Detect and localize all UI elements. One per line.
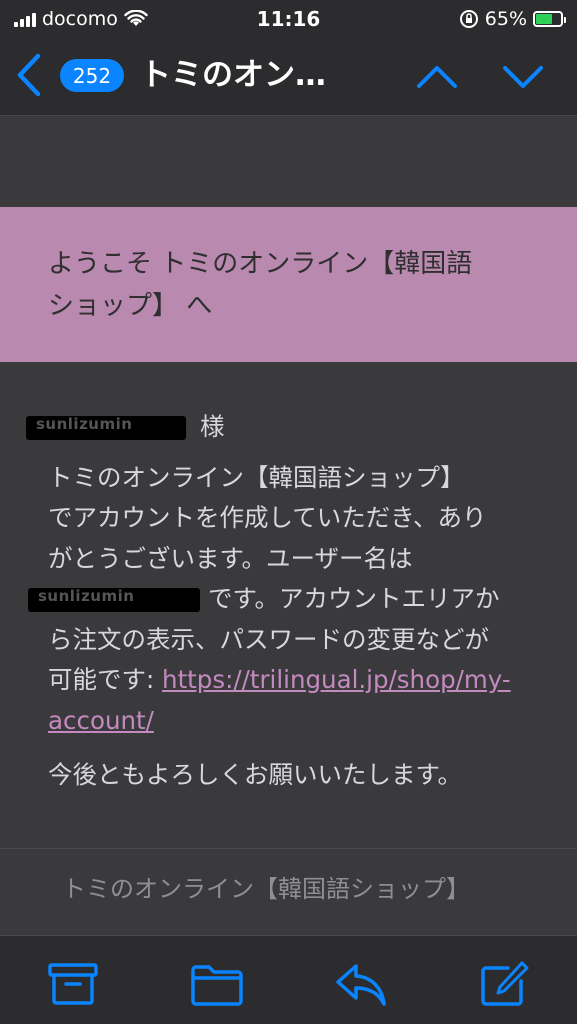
text-line: でアカウントを作成していただき、あり [48,503,487,532]
status-left: docomo [14,8,214,30]
banner-line-2: ショップ】 へ [48,291,213,321]
text-line: ら注文の表示、パスワードの変更などが [48,624,489,654]
message-text: sunlizumin 様 トミのオンライン【韓国語ショップ】 でアカウントを作成し… [26,407,538,796]
orientation-lock-icon [459,10,478,28]
closing-text: 今後ともよろしくお願いいたします。 [48,760,463,789]
back-chevron-icon[interactable] [14,52,44,98]
status-bar: docomo 11:16 65% [0,0,577,38]
compose-icon[interactable] [478,960,532,1008]
bottom-toolbar [0,935,577,1024]
nav-title: トミのオン… [140,57,326,93]
signal-icon [14,11,36,27]
nav-bar: 252 トミのオン… [0,38,577,116]
battery-icon [533,11,566,27]
status-right: 65% [363,8,566,30]
unread-count-badge[interactable]: 252 [60,59,124,92]
redacted-username: sunlizumin [26,416,186,440]
archive-icon[interactable] [46,960,100,1008]
text-line: です。アカウントエリアか [208,584,500,613]
folder-icon[interactable] [190,960,244,1008]
salutation-suffix: 様 [200,412,225,441]
account-link[interactable]: https://trilingual.jp/shop/my- [162,665,511,694]
text-line: トミのオンライン【韓国語ショップ】 [48,462,465,492]
carrier-label: docomo [42,8,118,30]
text-line: がとうございます。ユーザー名は [48,543,413,573]
salutation: sunlizumin 様 [26,407,538,448]
next-message-chevron-down-icon[interactable] [500,58,546,94]
redacted-username: sunlizumin [28,588,200,612]
footer-divider [0,848,577,849]
battery-percent: 65% [484,8,527,30]
previous-message-chevron-up-icon[interactable] [414,58,460,94]
reply-icon[interactable] [334,960,388,1008]
status-time: 11:16 [256,7,321,31]
account-link-continued[interactable]: account/ [48,706,154,735]
email-body: ようこそ トミのオンライン【韓国語 ショップ】 へ sunlizumin 様 トミ… [0,117,577,935]
footer-shop-name: トミのオンライン【韓国語ショップ】 [62,875,470,903]
banner-line-1: ようこそ トミのオンライン【韓国語 [48,249,473,279]
battery-fill [536,14,552,24]
wifi-icon [124,10,148,26]
welcome-banner: ようこそ トミのオンライン【韓国語 ショップ】 へ [0,207,577,362]
text-line: 可能です: [48,665,163,694]
main-paragraph: トミのオンライン【韓国語ショップ】 でアカウントを作成していただき、あり がとう… [28,458,538,742]
